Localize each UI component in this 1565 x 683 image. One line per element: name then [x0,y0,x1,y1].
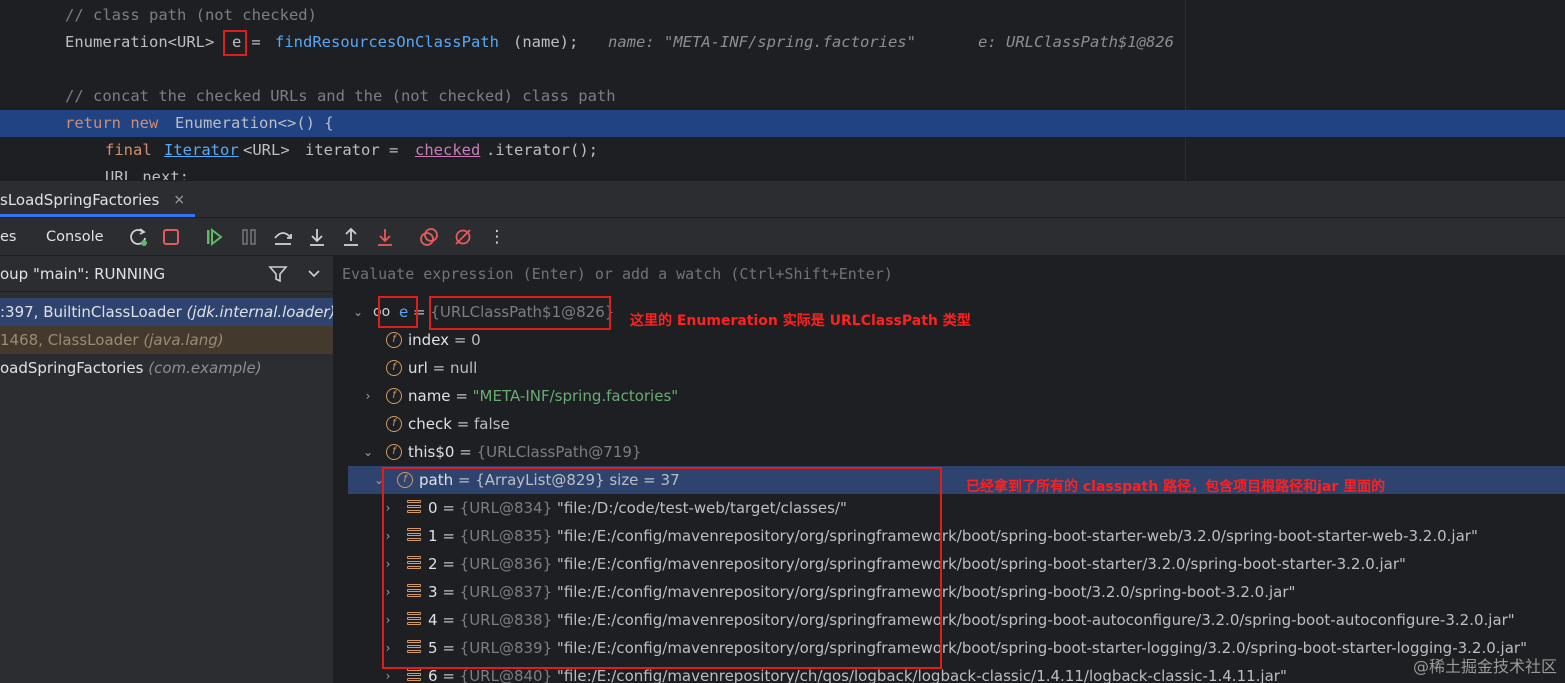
variable-value: 0 [471,331,481,349]
chevron-down-icon[interactable]: ⌄ [351,298,365,326]
code-args: (name); [513,33,579,51]
code-comment: // class path (not checked) [65,6,317,24]
resume-icon[interactable] [203,226,225,248]
field-icon: f [386,360,402,376]
code-statement: URL next; [105,168,189,180]
inline-hint-e: e: URLClassPath$1@826 [978,33,1174,51]
highlight-box-variable-e [223,30,247,56]
field-icon: f [386,332,402,348]
highlight-box-path-list [382,467,942,669]
code-type-link[interactable]: Iterator [164,137,239,164]
inline-hint-name: name: "META-INF/spring.factories" [608,33,916,51]
variable-name: name [408,387,451,405]
stack-frame[interactable]: :397, BuiltinClassLoader (jdk.internal.l… [0,298,334,326]
code-generic: <URL> [243,141,299,159]
highlight-box-root-value [429,296,611,330]
variable-name: this$0 [408,443,455,461]
variable-name: url [408,359,428,377]
code-var: iterator = [305,141,408,159]
frames-panel: oup "main": RUNNING :397, BuiltinClassLo… [0,256,334,683]
variable-eq: = [449,331,472,349]
variable-ref: {URLClassPath@719} [476,443,642,461]
variable-row[interactable]: f index = 0 [335,326,1565,354]
variable-row[interactable]: › f name = "META-INF/spring.factories" [335,382,1565,410]
view-breakpoints-icon[interactable] [418,226,440,248]
chevron-down-icon[interactable]: ⌄ [361,438,375,466]
code-comment: // concat the checked URLs and the (not … [65,87,616,105]
frame-method: 1468, ClassLoader [0,331,139,349]
code-editor[interactable]: // class path (not checked) Enumeration<… [0,0,1565,180]
variable-eq: = [454,443,477,461]
code-type: Enumeration<>() { [175,114,334,132]
variable-eq: = [451,415,475,433]
list-element-icon [407,668,421,683]
variable-name: index [408,331,450,349]
mute-breakpoints-icon[interactable] [452,226,474,248]
code-field-ref[interactable]: checked [415,137,480,164]
stop-icon[interactable] [160,226,182,248]
item-value: "file:/E:/config/mavenrepository/ch/qos/… [556,667,1287,683]
thread-selector[interactable]: oup "main": RUNNING [0,256,333,292]
variable-row[interactable]: f check = false [335,410,1565,438]
variable-eq: = [427,359,450,377]
debug-session-tab[interactable]: sLoadSpringFactories × [0,181,195,218]
tab-frames[interactable]: es [0,218,16,256]
variable-eq: = [450,387,473,405]
variable-value: null [449,359,478,377]
code-call: .iterator(); [486,141,598,159]
item-index: 6 [428,667,438,683]
frame-package: (jdk.internal.loader) [186,303,334,321]
watermark: @稀土掘金技术社区 [1412,657,1557,676]
field-icon: f [386,416,402,432]
stack-frame[interactable]: 1468, ClassLoader (java.lang) [0,326,333,354]
annotation-classpath-paths: 已经拿到了所有的 classpath 路径，包含项目根路径和jar 里面的 [966,479,1386,495]
code-line-3[interactable]: // concat the checked URLs and the (not … [0,83,1565,110]
field-icon: f [386,388,402,404]
debug-session-tab-label: sLoadSpringFactories [0,190,160,209]
pause-icon[interactable] [238,226,260,248]
step-over-icon[interactable] [272,226,294,248]
evaluate-expression-input[interactable] [335,256,1565,292]
variable-string: "META-INF/spring.factories" [472,387,679,405]
chevron-down-icon[interactable] [306,265,322,285]
force-step-into-icon[interactable] [374,226,396,248]
active-tab-indicator [0,214,195,217]
step-into-icon[interactable] [306,226,328,248]
tab-console[interactable]: Console [46,218,104,256]
debug-session-tabs: sLoadSpringFactories × [0,180,1565,218]
code-line-6[interactable]: URL next; [0,164,1565,180]
frame-method: :397, BuiltinClassLoader [0,303,182,321]
stack-frame[interactable]: oadSpringFactories (com.example) [0,354,333,382]
close-icon[interactable]: × [173,192,185,208]
code-method-call[interactable]: findResourcesOnClassPath [275,29,499,56]
more-options-icon[interactable]: ⋮ [486,226,508,248]
filter-icon[interactable] [268,264,288,288]
code-line-1[interactable]: // class path (not checked) [0,2,1565,29]
frame-package: (java.lang) [143,331,224,349]
code-keyword: final [105,141,161,159]
debug-toolbar: es Console ⋮ [0,218,1565,256]
variable-value: false [474,415,510,433]
highlight-box-root-name [378,296,418,328]
thread-label: oup "main": RUNNING [0,265,166,283]
frame-method: oadSpringFactories [0,359,144,377]
chevron-right-icon[interactable]: › [361,382,375,410]
field-icon: f [386,444,402,460]
code-type: Enumeration<URL> [65,33,224,51]
code-line-5[interactable]: final Iterator <URL> iterator = checked … [0,137,1565,164]
frame-package: (com.example) [148,359,262,377]
rerun-icon[interactable] [127,226,149,248]
variable-name: check [408,415,452,433]
item-ref: {URL@840} [459,667,553,683]
code-line-4-execution-point[interactable]: return new Enumeration<>() { [0,110,1565,137]
variable-row[interactable]: f url = null [335,354,1565,382]
code-keyword: return new [65,114,168,132]
step-out-icon[interactable] [340,226,362,248]
variable-row[interactable]: ⌄ f this$0 = {URLClassPath@719} [335,438,1565,466]
annotation-enumeration-type: 这里的 Enumeration 实际是 URLClassPath 类型 [630,313,971,329]
